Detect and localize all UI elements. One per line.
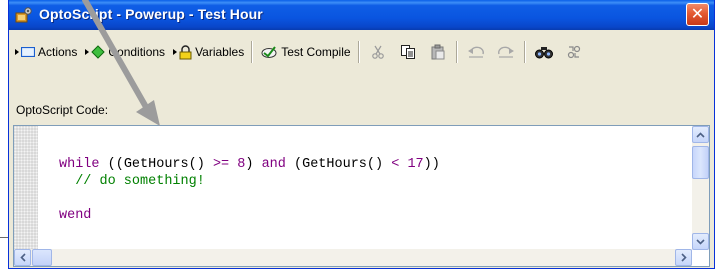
- redo-icon: [497, 46, 514, 58]
- variables-button[interactable]: Variables: [169, 39, 248, 65]
- title-bar[interactable]: OptoScript - Powerup - Test Hour ✕: [9, 0, 714, 30]
- copy-icon: [400, 45, 415, 59]
- code-token: ): [245, 157, 262, 172]
- toolbar-separator: [251, 41, 254, 63]
- code-text[interactable]: while ((GetHours() >= 8) and (GetHours()…: [59, 156, 440, 224]
- find-replace-icon: [567, 45, 580, 59]
- code-line[interactable]: wend: [59, 207, 440, 224]
- code-token: (): [366, 157, 392, 172]
- variables-icon: [179, 44, 192, 59]
- actions-label: Actions: [38, 45, 78, 59]
- code-token: (): [188, 157, 213, 172]
- actions-icon: [21, 47, 35, 57]
- code-token: GetHours: [123, 157, 189, 172]
- chevron-right-icon: [680, 253, 687, 262]
- code-token: (: [285, 157, 303, 172]
- conditions-label: Conditions: [108, 45, 166, 59]
- paste-button[interactable]: [425, 39, 451, 65]
- code-token: wend: [59, 208, 92, 223]
- code-token: GetHours: [302, 157, 367, 172]
- find-replace-button[interactable]: [561, 39, 587, 65]
- code-token: >=: [212, 157, 230, 172]
- optoscript-code-label: OptoScript Code:: [16, 103, 109, 117]
- code-token: while: [59, 157, 100, 172]
- actions-button[interactable]: Actions: [11, 39, 81, 65]
- code-token: )): [423, 157, 440, 172]
- code-token: // do something!: [59, 174, 205, 189]
- find-icon: [534, 47, 553, 59]
- code-line[interactable]: [59, 190, 440, 207]
- variables-label: Variables: [195, 45, 245, 59]
- copy-button[interactable]: [395, 39, 421, 65]
- editor-gutter: [14, 126, 38, 250]
- dropdown-arrow-icon: [15, 49, 19, 55]
- screenshot-page: OptoScript - Powerup - Test Hour ✕ Actio…: [0, 0, 715, 269]
- code-line[interactable]: // do something!: [59, 173, 440, 190]
- find-button[interactable]: [531, 39, 557, 65]
- horizontal-scroll-thumb[interactable]: [32, 249, 52, 266]
- optoscript-window: OptoScript - Powerup - Test Hour ✕ Actio…: [8, 0, 715, 269]
- vertical-scroll-thumb[interactable]: [692, 146, 709, 179]
- scroll-down-button[interactable]: [692, 233, 709, 250]
- toolbar-separator: [523, 41, 526, 63]
- horizontal-scrollbar[interactable]: [14, 249, 692, 266]
- code-editor[interactable]: while ((GetHours() >= 8) and (GetHours()…: [13, 125, 710, 267]
- cut-icon: [371, 45, 384, 59]
- scroll-left-button[interactable]: [14, 249, 31, 266]
- paste-icon: [431, 44, 445, 60]
- scroll-right-button[interactable]: [675, 249, 692, 266]
- chevron-up-icon: [696, 131, 705, 138]
- dropdown-arrow-icon: [173, 49, 178, 55]
- toolbar-separator: [357, 41, 360, 63]
- cut-button[interactable]: [365, 39, 391, 65]
- toolbar: Actions Conditions Variables Test Compil…: [11, 34, 713, 70]
- chevron-down-icon: [696, 238, 705, 245]
- conditions-button[interactable]: Conditions: [81, 39, 169, 65]
- chevron-left-icon: [19, 253, 26, 262]
- undo-button[interactable]: [463, 39, 489, 65]
- redo-button[interactable]: [493, 39, 519, 65]
- test-compile-icon: [261, 46, 277, 58]
- test-compile-label: Test Compile: [281, 45, 351, 59]
- test-compile-button[interactable]: Test Compile: [256, 39, 354, 65]
- code-token: and: [261, 157, 286, 172]
- scroll-up-button[interactable]: [692, 126, 709, 143]
- conditions-icon: [91, 45, 106, 59]
- code-token: ((: [99, 157, 124, 172]
- close-icon: ✕: [690, 4, 705, 23]
- undo-icon: [467, 46, 484, 58]
- window-title: OptoScript - Powerup - Test Hour: [39, 6, 263, 22]
- toolbar-separator: [455, 41, 458, 63]
- code-line[interactable]: while ((GetHours() >= 8) and (GetHours()…: [59, 156, 440, 173]
- code-token: 17: [407, 157, 424, 172]
- dropdown-arrow-icon: [85, 49, 90, 55]
- app-icon: [15, 7, 32, 23]
- close-button[interactable]: ✕: [686, 3, 709, 26]
- vertical-scrollbar[interactable]: [692, 126, 709, 250]
